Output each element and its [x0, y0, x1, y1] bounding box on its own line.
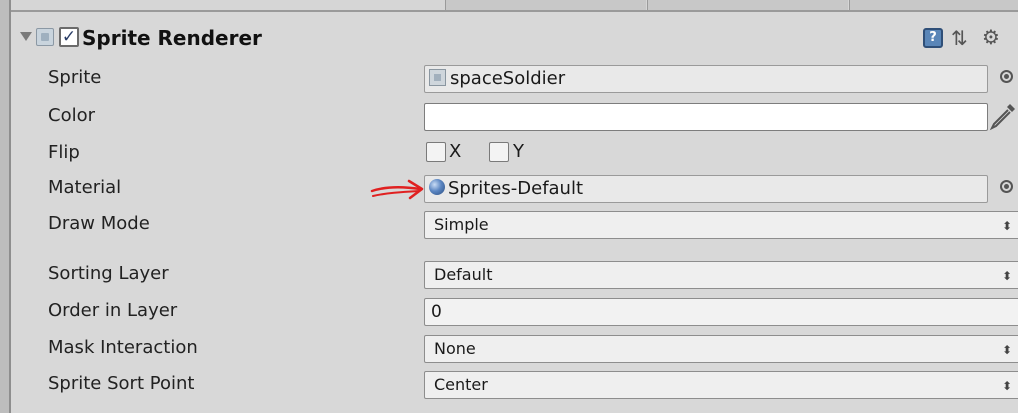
flip-x-label: X	[449, 141, 462, 162]
previous-component-strip	[11, 0, 1018, 10]
dropdown-arrow-icon: ⬍	[1001, 379, 1012, 393]
color-label: Color	[48, 105, 95, 126]
draw-mode-dropdown[interactable]: Simple ⬍	[424, 211, 1018, 239]
property-row-sprite-sort-point: Sprite Sort Point Center ⬍	[11, 367, 1018, 403]
sprite-object-field[interactable]: spaceSoldier	[424, 65, 988, 93]
order-in-layer-input[interactable]: 0	[424, 298, 1018, 326]
help-icon[interactable]: ?	[923, 28, 943, 48]
draw-mode-value: Simple	[434, 215, 489, 234]
sorting-layer-dropdown[interactable]: Default ⬍	[424, 261, 1018, 289]
sprite-renderer-icon	[36, 28, 54, 46]
material-value: Sprites-Default	[448, 178, 584, 199]
property-row-order-in-layer: Order in Layer 0	[11, 294, 1018, 330]
mask-interaction-dropdown[interactable]: None ⬍	[424, 335, 1018, 363]
property-row-sprite: Sprite spaceSoldier	[11, 61, 1018, 97]
inspector-left-edge	[0, 0, 9, 413]
gear-icon[interactable]: ⚙	[982, 26, 1000, 48]
component-title: Sprite Renderer	[82, 26, 262, 50]
flip-x-checkbox[interactable]	[426, 142, 446, 162]
sprite-sort-point-value: Center	[434, 375, 488, 394]
sprite-asset-icon	[429, 68, 446, 86]
sorting-layer-label: Sorting Layer	[48, 263, 169, 284]
property-row-flip: Flip X Y	[11, 136, 1018, 172]
property-row-mask-interaction: Mask Interaction None ⬍	[11, 331, 1018, 367]
sorting-layer-value: Default	[434, 265, 493, 284]
mask-interaction-value: None	[434, 339, 476, 358]
property-row-draw-mode: Draw Mode Simple ⬍	[11, 207, 1018, 243]
sprite-sort-point-dropdown[interactable]: Center ⬍	[424, 371, 1018, 399]
material-label: Material	[48, 177, 122, 198]
dropdown-arrow-icon: ⬍	[1001, 343, 1012, 357]
flip-y-label: Y	[513, 141, 524, 162]
property-row-color: Color	[11, 99, 1018, 135]
dropdown-arrow-icon: ⬍	[1001, 269, 1012, 283]
draw-mode-label: Draw Mode	[48, 213, 150, 234]
flip-y-checkbox[interactable]	[489, 142, 509, 162]
flip-label: Flip	[48, 142, 80, 163]
sprite-value: spaceSoldier	[450, 68, 566, 89]
preset-icon[interactable]: ⇅	[951, 27, 968, 49]
property-row-sorting-layer: Sorting Layer Default ⬍	[11, 257, 1018, 293]
red-arrow-annotation	[370, 179, 424, 200]
object-picker-icon[interactable]	[1000, 180, 1013, 193]
fold-arrow-icon[interactable]	[20, 32, 32, 41]
order-in-layer-label: Order in Layer	[48, 300, 178, 321]
material-object-field[interactable]: Sprites-Default	[424, 175, 988, 203]
component-enabled-checkbox[interactable]: ✓	[59, 27, 79, 47]
object-picker-icon[interactable]	[1000, 70, 1013, 83]
order-in-layer-value: 0	[431, 302, 442, 322]
material-asset-icon	[429, 179, 445, 195]
sprite-sort-point-label: Sprite Sort Point	[48, 373, 195, 394]
eyedropper-icon[interactable]	[988, 101, 1018, 131]
sprite-label: Sprite	[48, 67, 102, 88]
mask-interaction-label: Mask Interaction	[48, 337, 198, 358]
property-row-material: Material Sprites-Default	[11, 171, 1018, 207]
color-swatch[interactable]	[424, 103, 988, 131]
dropdown-arrow-icon: ⬍	[1001, 219, 1012, 233]
